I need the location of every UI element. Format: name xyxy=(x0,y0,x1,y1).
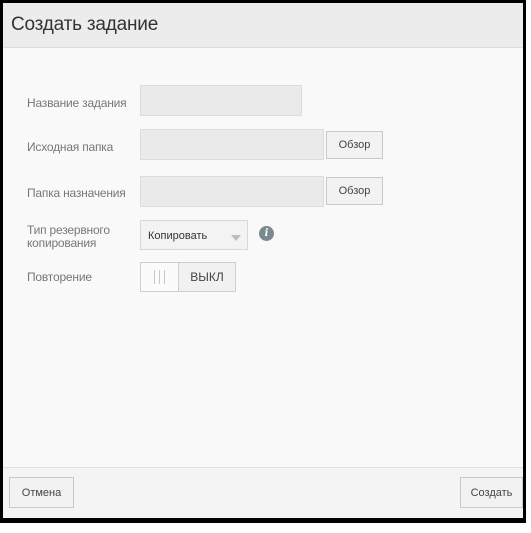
destination-browse-button[interactable]: Обзор xyxy=(326,177,383,205)
toggle-grip-icon xyxy=(141,263,179,291)
dialog-body: Название задания Исходная папка Обзор Па… xyxy=(3,48,523,468)
source-browse-button[interactable]: Обзор xyxy=(326,131,383,159)
repeat-toggle-state: ВЫКЛ xyxy=(179,263,235,291)
backup-type-select[interactable]: Копировать xyxy=(140,220,248,250)
destination-folder-input[interactable] xyxy=(140,176,324,207)
repeat-toggle[interactable]: ВЫКЛ xyxy=(140,262,236,292)
job-name-input[interactable] xyxy=(140,85,302,116)
source-folder-input[interactable] xyxy=(140,129,324,160)
info-icon[interactable]: i xyxy=(259,226,274,241)
cancel-button[interactable]: Отмена xyxy=(9,477,74,508)
dialog-footer: Отмена Создать xyxy=(3,467,523,518)
backup-type-label-line2: копирования xyxy=(27,236,97,250)
repeat-label: Повторение xyxy=(27,270,92,284)
create-button[interactable]: Создать xyxy=(460,477,523,508)
backup-type-label: Тип резервного копирования xyxy=(27,224,110,250)
dialog-title: Создать задание xyxy=(11,14,159,35)
source-folder-label: Исходная папка xyxy=(27,140,114,154)
backup-type-value: Копировать xyxy=(148,230,208,242)
create-job-dialog: Создать задание Название задания Исходна… xyxy=(0,0,526,523)
chevron-down-icon xyxy=(231,235,241,241)
dialog-header: Создать задание xyxy=(3,3,523,48)
job-name-label: Название задания xyxy=(27,96,127,110)
destination-folder-label: Папка назначения xyxy=(27,186,126,200)
